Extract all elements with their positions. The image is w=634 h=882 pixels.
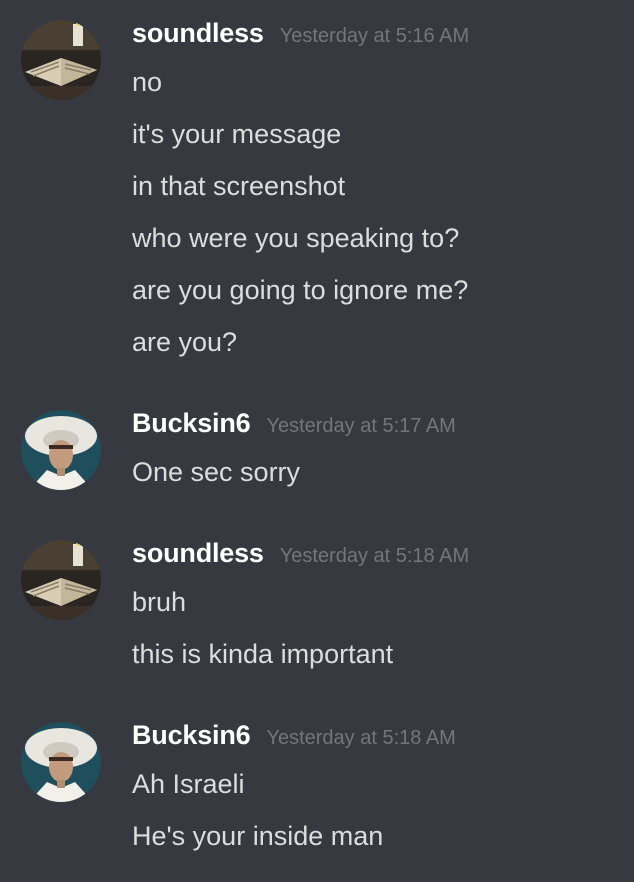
username[interactable]: soundless: [132, 18, 264, 49]
message-text: Ah Israeli: [132, 769, 245, 799]
message-text: are you going to ignore me?: [132, 275, 469, 305]
username[interactable]: soundless: [132, 538, 264, 569]
message-text: this is kinda important: [132, 639, 394, 669]
message-text: are you?: [132, 327, 238, 357]
chat-message-list: soundless Yesterday at 5:16 AM no it's y…: [0, 0, 634, 882]
message-group: Bucksin6 Yesterday at 5:18 AM Ah Israeli…: [0, 720, 634, 854]
message-header: Bucksin6 Yesterday at 5:17 AM: [132, 408, 456, 444]
message-group: Bucksin6 Yesterday at 5:17 AM One sec so…: [0, 408, 634, 490]
book-avatar-icon[interactable]: [21, 20, 101, 100]
pope-avatar-icon[interactable]: [21, 410, 101, 490]
timestamp: Yesterday at 5:18 AM: [279, 545, 470, 567]
username[interactable]: Bucksin6: [132, 720, 251, 751]
book-avatar-icon[interactable]: [21, 540, 101, 620]
message-group: soundless Yesterday at 5:16 AM no it's y…: [0, 18, 634, 360]
message-text: in that screenshot: [132, 171, 346, 201]
message-text: bruh: [132, 587, 187, 617]
message-header: soundless Yesterday at 5:18 AM: [132, 538, 469, 574]
message-text: who were you speaking to?: [132, 223, 460, 253]
pope-avatar-icon[interactable]: [21, 722, 101, 802]
message-text: One sec sorry: [132, 457, 301, 487]
message-header: soundless Yesterday at 5:16 AM: [132, 18, 469, 54]
message-text: He's your inside man: [132, 821, 384, 851]
message-text: it's your message: [132, 119, 342, 149]
message-group: soundless Yesterday at 5:18 AM bruh this…: [0, 538, 634, 672]
timestamp: Yesterday at 5:17 AM: [266, 415, 456, 437]
username[interactable]: Bucksin6: [132, 408, 251, 439]
timestamp: Yesterday at 5:16 AM: [279, 25, 470, 47]
message-text: no: [132, 67, 163, 97]
message-header: Bucksin6 Yesterday at 5:18 AM: [132, 720, 456, 756]
timestamp: Yesterday at 5:18 AM: [266, 727, 456, 749]
